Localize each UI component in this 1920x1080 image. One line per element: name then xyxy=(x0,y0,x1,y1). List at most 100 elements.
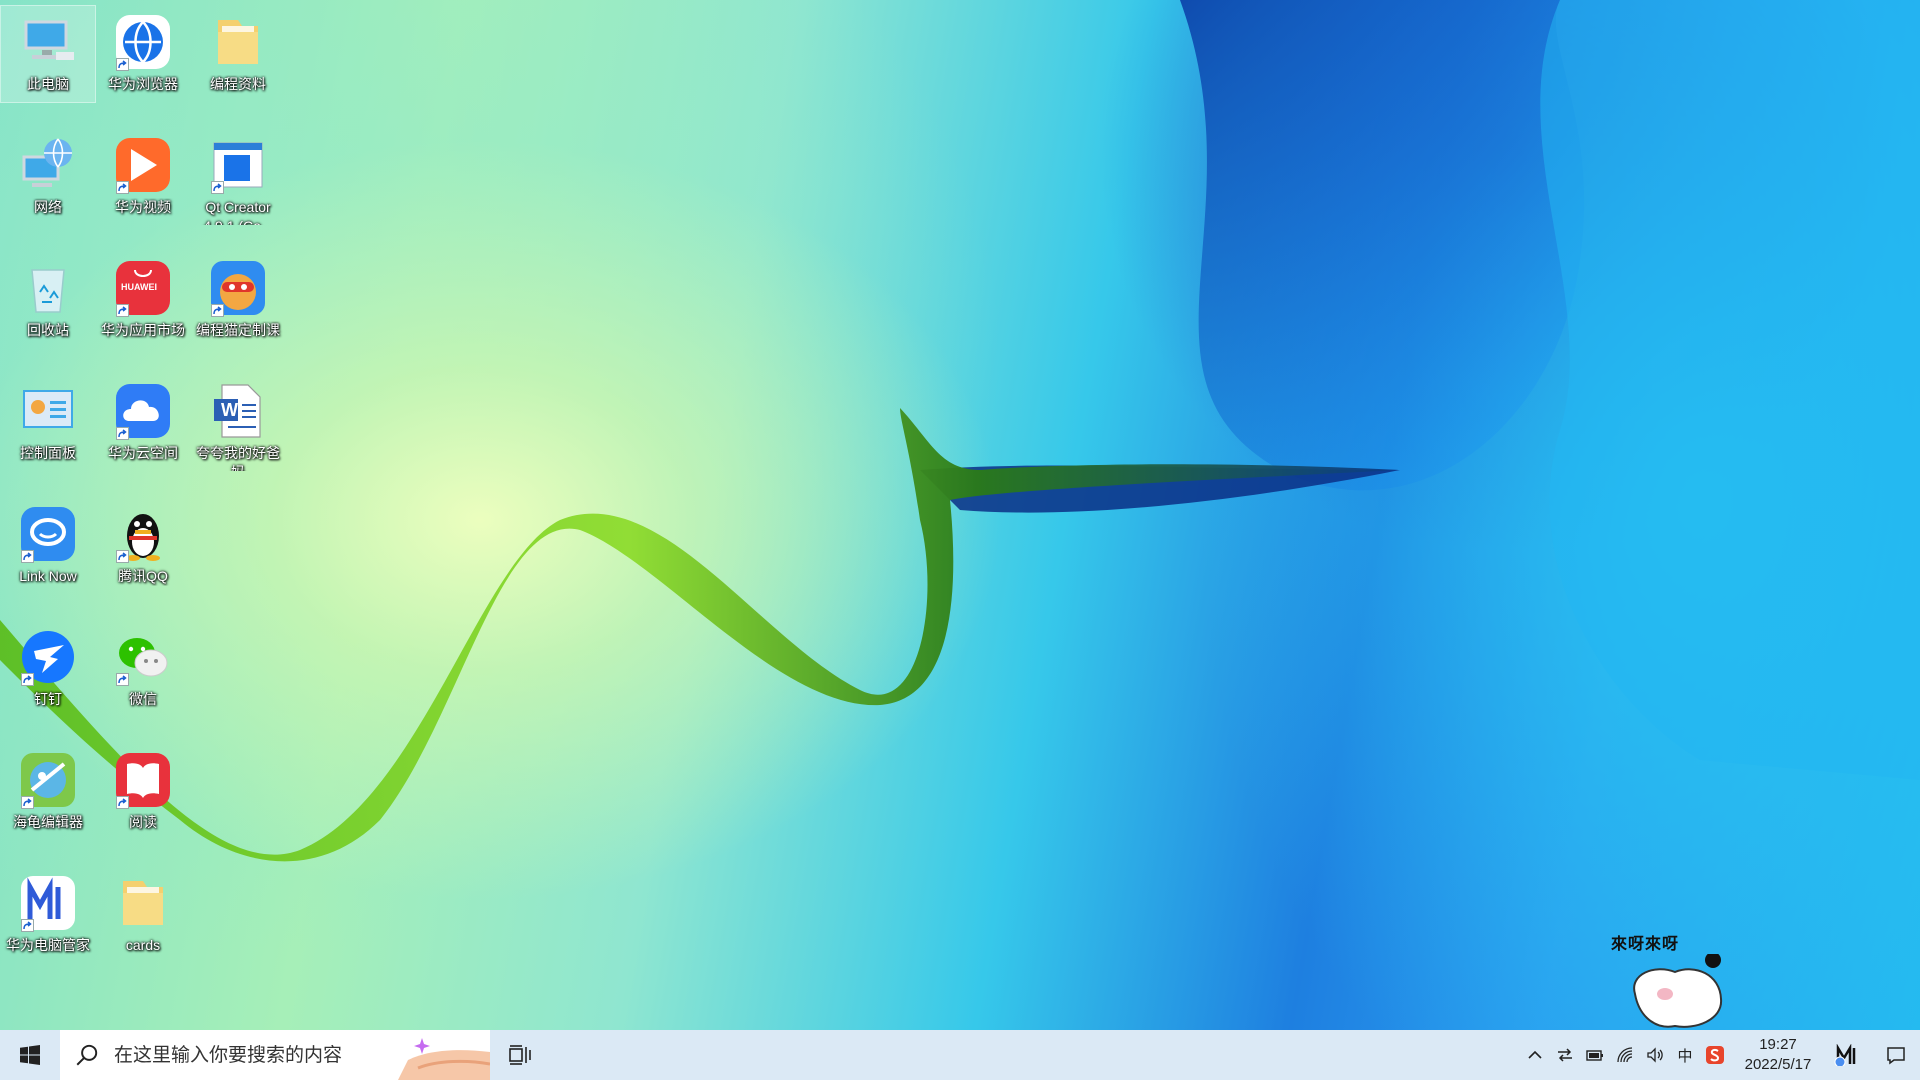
link-now-icon xyxy=(18,504,78,564)
show-hidden-icons-button[interactable] xyxy=(1520,1030,1550,1080)
taskbar: 中 19:27 2022/5/17 xyxy=(0,1030,1920,1080)
windows-logo-icon xyxy=(20,1045,40,1065)
desktop-icon-label: 华为浏览器 xyxy=(108,76,178,92)
battery-button[interactable] xyxy=(1580,1030,1610,1080)
desktop-icon-word-document[interactable]: W 夸夸我的好爸妈 xyxy=(191,375,285,471)
task-view-button[interactable] xyxy=(490,1030,550,1080)
shortcut-arrow-icon xyxy=(116,304,129,317)
chevron-up-icon xyxy=(1528,1050,1542,1059)
search-input[interactable] xyxy=(112,1043,406,1067)
speaker-icon xyxy=(1647,1047,1663,1063)
desktop-icon-label: 编程猫定制课 xyxy=(196,322,280,338)
desktop-icon-control-panel[interactable]: 控制面板 xyxy=(1,375,95,471)
sogou-ime-icon xyxy=(1706,1046,1724,1064)
wifi-icon xyxy=(1617,1047,1633,1063)
desktop-icon-label: 回收站 xyxy=(27,322,69,338)
desktop-icon-codemao[interactable]: 编程猫定制课 xyxy=(191,252,285,348)
desktop-icon-label: 阅读 xyxy=(129,814,157,830)
desktop-icon-huawei-appgallery[interactable]: HUAWEI 华为应用市场 xyxy=(96,252,190,348)
desktop-icon-link-now[interactable]: Link Now xyxy=(1,498,95,594)
desktop-icon-label: 夸夸我的好爸妈 xyxy=(196,445,280,471)
clock[interactable]: 19:27 2022/5/17 xyxy=(1730,1030,1826,1080)
desktop-icon-label: 控制面板 xyxy=(20,445,76,461)
desktop-icon-label: cards xyxy=(125,937,161,953)
desktop-icon-recycle-bin[interactable]: 回收站 xyxy=(1,252,95,348)
shortcut-arrow-icon xyxy=(116,550,129,563)
desktop-icon-label: Qt Creator 4.9.1 (Co... xyxy=(203,199,272,225)
desktop-icon-huawei-cloud[interactable]: 华为云空间 xyxy=(96,375,190,471)
network-icon xyxy=(18,135,78,195)
desktop-icon-label: 腾讯QQ xyxy=(118,568,168,584)
desktop-icon-network[interactable]: 网络 xyxy=(1,129,95,225)
system-tray: 中 19:27 2022/5/17 xyxy=(1520,1030,1920,1080)
clock-time: 19:27 xyxy=(1759,1036,1797,1053)
volume-button[interactable] xyxy=(1640,1030,1670,1080)
dingtalk-icon xyxy=(18,627,78,687)
shortcut-arrow-icon xyxy=(21,673,34,686)
clock-date: 2022/5/17 xyxy=(1744,1056,1812,1073)
desktop-icon-folder[interactable]: cards xyxy=(96,867,190,963)
shortcut-arrow-icon xyxy=(116,58,129,71)
desktop-icon-folder[interactable]: 编程资料 xyxy=(191,6,285,102)
task-view-icon xyxy=(509,1045,531,1065)
huawei-reader-icon xyxy=(113,750,173,810)
desktop-icon-huawei-video[interactable]: 华为视频 xyxy=(96,129,190,225)
wallpaper-art xyxy=(0,0,1920,862)
action-center-button[interactable] xyxy=(1872,1030,1920,1080)
huawei-pc-manager-tray-button[interactable] xyxy=(1826,1030,1872,1080)
qq-icon xyxy=(113,504,173,564)
icon-badge-text: HUAWEI xyxy=(121,282,157,292)
input-method-button[interactable]: 中 xyxy=(1670,1030,1700,1080)
shortcut-arrow-icon xyxy=(21,550,34,563)
wechat-icon xyxy=(113,627,173,687)
desktop-icon-huawei-pc-manager[interactable]: 华为电脑管家 xyxy=(1,867,95,963)
cat-paw-sticker[interactable]: 來呀來呀 xyxy=(1605,930,1745,1030)
desktop-icon-label: 网络 xyxy=(34,199,62,215)
desktop-icon-label: 编程资料 xyxy=(210,76,266,92)
desktop-icon-computer[interactable]: 此电脑 xyxy=(0,5,96,103)
desktop-icon-label: 此电脑 xyxy=(27,76,69,92)
huawei-pc-manager-icon xyxy=(18,873,78,933)
huawei-browser-icon xyxy=(113,12,173,72)
sync-tray-button[interactable] xyxy=(1550,1030,1580,1080)
desktop-icon-label: 钉钉 xyxy=(34,691,62,707)
desktop-icon-huawei-reader[interactable]: 阅读 xyxy=(96,744,190,840)
codemao-icon xyxy=(208,258,268,318)
desktop-icon-dingtalk[interactable]: 钉钉 xyxy=(1,621,95,717)
desktop-icon-label: 海龟编辑器 xyxy=(13,814,83,830)
battery-icon xyxy=(1586,1050,1603,1061)
turtle-editor-icon xyxy=(18,750,78,810)
shortcut-arrow-icon xyxy=(116,796,129,809)
desktop-icon-qt-creator[interactable]: Qt Creator 4.9.1 (Co... xyxy=(191,129,285,225)
shortcut-arrow-icon xyxy=(116,181,129,194)
cat-paw-icon xyxy=(1633,954,1723,1028)
desktop-icon-turtle-editor[interactable]: 海龟编辑器 xyxy=(1,744,95,840)
huawei-pc-manager-tray-icon xyxy=(1834,1044,1856,1066)
sticker-text: 來呀來呀 xyxy=(1611,934,1680,953)
desktop-icon-wechat[interactable]: 微信 xyxy=(96,621,190,717)
computer-icon xyxy=(18,12,78,72)
huawei-video-icon xyxy=(113,135,173,195)
notification-icon xyxy=(1887,1047,1905,1065)
desktop: 此电脑 华为浏览器 编程资料网络 华为视频 Qt Creator 4.9.1 (Co..… xyxy=(0,0,1920,1030)
search-icon xyxy=(76,1044,98,1066)
desktop-icon-label: 华为电脑管家 xyxy=(6,937,90,953)
shortcut-arrow-icon xyxy=(21,919,34,932)
folder-icon xyxy=(208,12,268,72)
desktop-icon-qq[interactable]: 腾讯QQ xyxy=(96,498,190,594)
wifi-button[interactable] xyxy=(1610,1030,1640,1080)
huawei-appgallery-icon: HUAWEI xyxy=(113,258,173,318)
ime-indicator: 中 xyxy=(1677,1046,1693,1065)
start-button[interactable] xyxy=(0,1030,60,1080)
qt-creator-icon xyxy=(208,135,268,195)
shortcut-arrow-icon xyxy=(211,304,224,317)
search-box[interactable] xyxy=(60,1030,490,1080)
folder-icon xyxy=(113,873,173,933)
desktop-icon-huawei-browser[interactable]: 华为浏览器 xyxy=(96,6,190,102)
sogou-ime-button[interactable] xyxy=(1700,1030,1730,1080)
desktop-icon-label: 微信 xyxy=(129,691,157,707)
word-document-icon: W xyxy=(208,381,268,441)
desktop-icon-label: Link Now xyxy=(19,568,77,584)
desktop-icon-label: 华为云空间 xyxy=(108,445,178,461)
shortcut-arrow-icon xyxy=(21,796,34,809)
